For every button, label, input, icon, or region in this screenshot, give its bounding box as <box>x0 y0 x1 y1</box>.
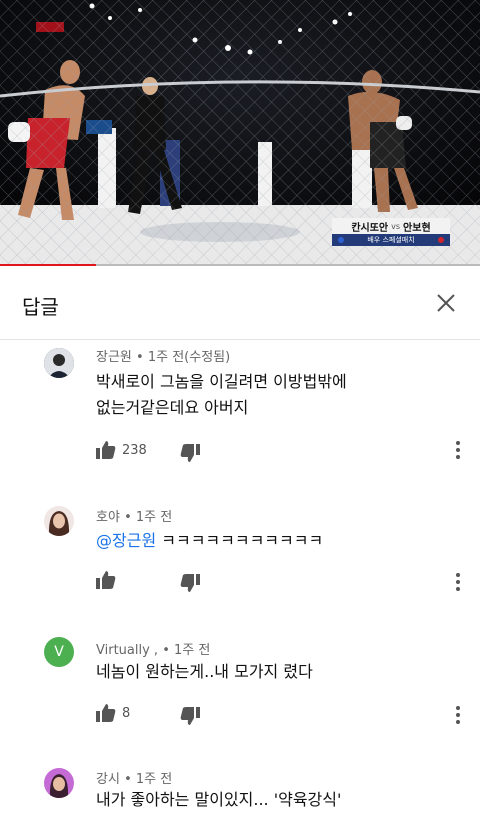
separator: • <box>124 772 132 787</box>
avatar[interactable]: V <box>44 637 74 667</box>
comment-author[interactable]: 호야 <box>96 510 120 525</box>
comment-item: 장근원 • 1주 전(수정됨) 박새로이 그놈을 이길려면 이방법밖에 없는거같… <box>0 340 480 476</box>
replies-panel-header: 답글 <box>0 267 480 340</box>
comment-time: 1주 전 <box>174 643 211 658</box>
avatar-letter: V <box>54 644 64 660</box>
comment-actions: 238 <box>96 438 147 462</box>
comment-actions: 8 <box>96 701 130 725</box>
comment-meta: 장근원 • 1주 전(수정됨) <box>96 346 230 365</box>
comment-time: 1주 전(수정됨) <box>147 350 231 365</box>
person-avatar-icon <box>44 506 74 536</box>
person-avatar-icon <box>44 768 74 798</box>
comment-item: V Virtually , • 1주 전 네놈이 원하는게..내 모가지 렸다 … <box>0 633 480 743</box>
avatar[interactable] <box>44 348 74 378</box>
comment-text: @장근원 ㅋㅋㅋㅋㅋㅋㅋㅋㅋㅋㅋ <box>96 528 323 554</box>
comment-author[interactable]: 장근원 <box>96 350 132 365</box>
avatar[interactable] <box>44 506 74 536</box>
mention-link[interactable]: @장근원 <box>96 531 156 550</box>
red-corner-dot <box>438 237 444 243</box>
more-options-icon[interactable] <box>454 440 462 460</box>
close-icon[interactable] <box>434 291 458 315</box>
thumbs-down-icon[interactable] <box>180 574 200 592</box>
comment-time: 1주 전 <box>135 772 173 787</box>
separator: • <box>124 510 132 525</box>
avatar[interactable] <box>44 768 74 798</box>
comment-item: 호야 • 1주 전 @장근원 ㅋㅋㅋㅋㅋㅋㅋㅋㅋㅋㅋ <box>0 500 480 610</box>
vs-label: vs <box>391 221 401 231</box>
more-options-icon[interactable] <box>454 572 462 592</box>
like-count: 8 <box>122 705 131 721</box>
thumbs-up-icon[interactable] <box>96 441 116 459</box>
comment-time: 1주 전 <box>135 510 173 525</box>
panel-title: 답글 <box>22 295 59 319</box>
video-progress-fill <box>0 264 96 266</box>
video-progress-bar[interactable] <box>0 264 480 266</box>
thumbs-down-icon[interactable] <box>180 707 200 725</box>
like-count: 238 <box>122 442 147 458</box>
comment-item: 강시 • 1주 전 내가 좋아하는 말이있지... '약육강식' <box>0 765 480 821</box>
comment-line: 박새로이 그놈을 이길려면 이방법밖에 <box>96 372 347 391</box>
more-options-icon[interactable] <box>454 705 462 725</box>
comment-line: ㅋㅋㅋㅋㅋㅋㅋㅋㅋㅋㅋ <box>161 531 324 550</box>
comment-text: 박새로이 그놈을 이길려면 이방법밖에 없는거같은데요 아버지 <box>96 369 347 421</box>
comment-text: 내가 좋아하는 말이있지... '약육강식' <box>96 787 341 813</box>
thumbs-up-icon[interactable] <box>96 571 116 589</box>
comment-author[interactable]: 강시 <box>96 772 120 787</box>
comment-meta: Virtually , • 1주 전 <box>96 639 210 658</box>
blue-corner-dot <box>338 237 344 243</box>
comment-actions <box>96 568 116 592</box>
separator: • <box>162 643 170 658</box>
separator: • <box>136 350 144 365</box>
comment-line: 없는거같은데요 아버지 <box>96 398 249 417</box>
match-subtitle: 배우 스페셜매치 <box>367 236 415 244</box>
comment-meta: 호야 • 1주 전 <box>96 506 172 525</box>
comment-meta: 강시 • 1주 전 <box>96 768 172 787</box>
fighter-left-name: 칸시또안 <box>351 222 389 234</box>
thumbs-up-icon[interactable] <box>96 704 116 722</box>
thumbs-down-icon[interactable] <box>180 444 200 462</box>
comment-line: 내가 좋아하는 말이있지... '약육강식' <box>96 790 342 809</box>
fighter-right-name: 안보현 <box>403 222 431 234</box>
comment-author[interactable]: Virtually , <box>96 643 158 658</box>
video-player[interactable]: 칸시또안 vs 안보현 배우 스페셜매치 <box>0 0 480 266</box>
person-avatar-icon <box>44 348 74 378</box>
comment-text: 네놈이 원하는게..내 모가지 렸다 <box>96 659 313 685</box>
comment-line: 네놈이 원하는게..내 모가지 렸다 <box>96 662 313 681</box>
scorebug: 칸시또안 vs 안보현 배우 스페셜매치 <box>332 218 450 246</box>
